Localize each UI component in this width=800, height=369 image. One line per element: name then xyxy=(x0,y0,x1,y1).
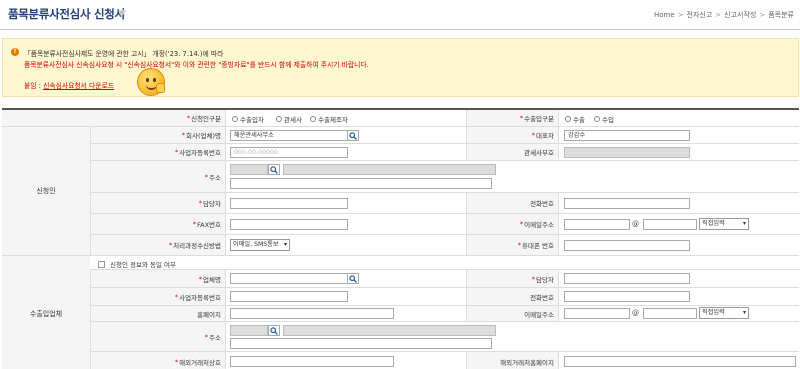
address2-label: * 주소 xyxy=(90,322,226,351)
notice-box: ! 「품목분류사전심사제도 운영에 관한 고시」 개정('23. 7.14.)에… xyxy=(2,38,799,97)
header-divider xyxy=(0,29,800,30)
row-company: * 회사(업체)명 해운관세사무소 * 대표자 강갑수 xyxy=(90,127,799,144)
download-request-form-link[interactable]: 신속심사요청서 다운로드 xyxy=(43,82,114,90)
row-homepage: 홈페이지 이메일주소 @ 직접입력 ▾ xyxy=(90,306,799,322)
breadcrumb-form-writing[interactable]: 신고서작성 xyxy=(724,11,756,19)
address-detail-input[interactable] xyxy=(230,178,492,189)
row-address: * 주소 xyxy=(90,161,799,193)
breadcrumb-classification[interactable]: 품목분류 xyxy=(768,11,794,19)
row-company2: * 업체명 * 담당자 xyxy=(90,270,799,288)
email-id-input[interactable] xyxy=(564,219,630,230)
manager-label: * 담당자 xyxy=(90,193,226,213)
breadcrumb-home[interactable]: Home xyxy=(654,11,675,19)
address2-search-icon[interactable] xyxy=(268,325,280,336)
row-manager: * 담당자 전화번호 xyxy=(90,193,799,214)
favorite-star-icon[interactable]: ★ xyxy=(117,5,128,19)
thumbs-up-emoji-icon xyxy=(137,68,165,96)
row-notify: * 처리과정수신방법 이메일, SMS통보 ▾ * 휴대폰 번호 xyxy=(90,235,799,256)
foreign-homepage-input[interactable] xyxy=(564,356,796,367)
company-label: * 회사(업체)명 xyxy=(90,127,226,143)
customs-broker-code-label: 관세사부호 xyxy=(466,144,559,160)
ceo-label: * 대표자 xyxy=(466,127,559,143)
postcode-input xyxy=(230,164,268,175)
email2-label: 이메일주소 xyxy=(466,306,559,321)
radio-import[interactable]: 수입 xyxy=(594,114,614,124)
notify-method-label: * 처리과정수신방법 xyxy=(90,235,226,255)
foreign-partner-input[interactable] xyxy=(230,356,394,367)
phone-input[interactable] xyxy=(564,198,690,209)
foreign-partner-label: * 해외거래처상호 xyxy=(90,352,226,369)
row-bizno: * 사업자등록번호 000-00-00000 관세사부호 xyxy=(90,144,799,161)
address2-main-input xyxy=(283,325,496,336)
trade-type-label: * 수출입구분 xyxy=(466,110,559,126)
application-form: * 신청인구분 수출입자 관세사 수출제조자 * 수출입구분 수출 수입 신청인 *… xyxy=(2,108,799,369)
homepage-label: 홈페이지 xyxy=(90,306,226,321)
company-search-icon[interactable] xyxy=(347,130,359,141)
page-title: 품목분류사전심사 신청서 xyxy=(8,7,125,21)
email2-id-input[interactable] xyxy=(564,308,630,319)
radio-importer-exporter[interactable]: 수출입자 xyxy=(232,114,264,124)
group-applicant-label: 신청인 xyxy=(2,127,90,256)
email2-domain-input[interactable] xyxy=(643,308,697,319)
notice-line2: 품목분류사전심사 신속심사요청 시 "신속심사요청서"와 이와 관련한 "증빙자… xyxy=(24,61,369,69)
homepage-input[interactable] xyxy=(230,308,394,319)
email-domain-input[interactable] xyxy=(643,219,697,230)
email-domain-select[interactable]: 직접입력 ▾ xyxy=(699,218,749,230)
company-input[interactable]: 해운관세사무소 xyxy=(230,130,348,141)
phone2-input[interactable] xyxy=(564,291,690,302)
fax-label: * FAX번호 xyxy=(90,214,226,234)
ceo-input[interactable]: 강갑수 xyxy=(564,130,690,141)
row-type: * 신청인구분 수출입자 관세사 수출제조자 * 수출입구분 수출 수입 xyxy=(2,110,799,127)
address-search-icon[interactable] xyxy=(268,164,280,175)
row-fax: * FAX번호 * 이메일주소 @ 직접입력 ▾ xyxy=(90,214,799,235)
row-same-as: 신청인 정보와 동일 여부 xyxy=(90,256,799,270)
customs-broker-code-input xyxy=(564,147,690,158)
email2-at-sign: @ xyxy=(632,309,639,317)
breadcrumb-e-filing[interactable]: 전자신고 xyxy=(687,11,713,19)
applicant-type-label: * 신청인구분 xyxy=(2,110,226,126)
bizno-input[interactable]: 000-00-00000 xyxy=(230,147,348,158)
phone-label: 전화번호 xyxy=(466,193,559,213)
postcode2-input xyxy=(230,325,268,336)
bizno-label: * 사업자등록번호 xyxy=(90,144,226,160)
row-address2: * 주소 xyxy=(90,322,799,352)
group-trader-label: 수출입업체 xyxy=(2,256,90,369)
address-main-input xyxy=(283,164,496,175)
foreign-homepage-label: 해외거래처홈페이지 xyxy=(466,352,559,369)
company2-search-icon[interactable] xyxy=(347,273,359,284)
radio-export-manufacturer[interactable]: 수출제조자 xyxy=(310,114,348,124)
address-label: * 주소 xyxy=(90,161,226,192)
alert-icon: ! xyxy=(11,48,19,56)
notify-method-select[interactable]: 이메일, SMS통보 ▾ xyxy=(230,239,290,251)
company2-label: * 업체명 xyxy=(90,270,226,287)
email2-domain-select[interactable]: 직접입력 ▾ xyxy=(699,307,749,319)
row-bizno2: * 사업자등록번호 전화번호 xyxy=(90,288,799,306)
email-at-sign: @ xyxy=(632,220,639,228)
company2-input[interactable] xyxy=(230,273,348,284)
fax-input[interactable] xyxy=(230,219,348,230)
mobile-label: * 휴대폰 번호 xyxy=(466,235,559,255)
address2-detail-input[interactable] xyxy=(230,338,492,349)
same-as-applicant-checkbox[interactable]: 신청인 정보와 동일 여부 xyxy=(98,259,176,269)
manager2-label: * 담당자 xyxy=(466,270,559,287)
bizno2-label: * 사업자등록번호 xyxy=(90,288,226,305)
manager2-input[interactable] xyxy=(564,273,690,284)
radio-export[interactable]: 수출 xyxy=(565,114,585,124)
manager-input[interactable] xyxy=(230,198,348,209)
email-label: * 이메일주소 xyxy=(466,214,559,234)
bizno2-input[interactable] xyxy=(230,291,348,302)
radio-customs-broker[interactable]: 관세사 xyxy=(276,114,302,124)
row-foreign-partner: * 해외거래처상호 해외거래처홈페이지 xyxy=(90,352,799,369)
notice-line1: 「품목분류사전심사제도 운영에 관한 고시」 개정('23. 7.14.)에 따… xyxy=(24,50,224,58)
breadcrumb: Home > 전자신고 > 신고서작성 > 품목분류 xyxy=(653,11,794,19)
notice-attachment: 붙임 : 신속심사요청서 다운로드 xyxy=(24,82,115,90)
mobile-input[interactable] xyxy=(564,240,690,251)
phone2-label: 전화번호 xyxy=(466,288,559,305)
